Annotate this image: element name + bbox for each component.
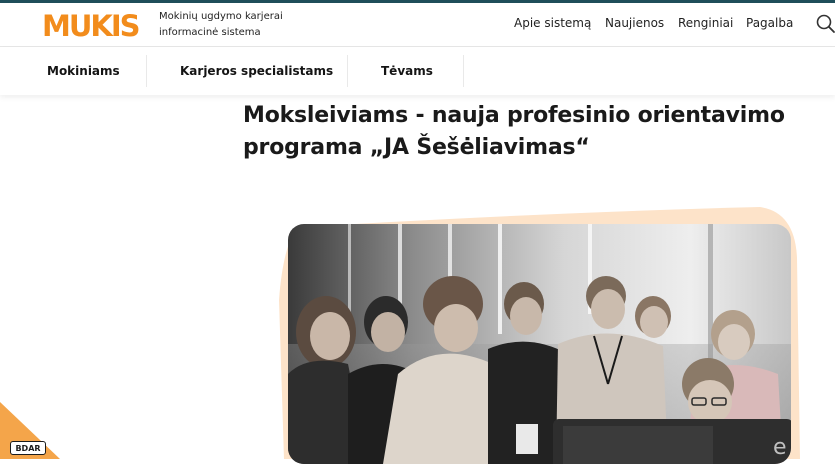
bdar-label[interactable]: BDAR [10,441,46,455]
article-title: Moksleiviams - nauja profesinio orientav… [243,100,813,164]
subnav-separator [463,55,464,87]
logo-wordmark: MUKIS [42,9,141,43]
tagline-line-1: Mokinių ugdymo karjerai [159,11,283,22]
topnav-apie-sistema[interactable]: Apie sistemą [514,16,591,30]
screen-letter: e [773,435,787,460]
subnav-separator [347,55,348,87]
site-header: MUKIS Mokinių ugdymo karjerai informacin… [0,3,835,45]
topnav-naujienos[interactable]: Naujienos [605,16,664,30]
audience-nav: Mokiniams Karjeros specialistams Tėvams [0,47,835,95]
article-title-line-1: Moksleiviams - nauja profesinio orientav… [243,103,785,128]
subnav-tevams[interactable]: Tėvams [381,64,433,78]
topnav-pagalba[interactable]: Pagalba [746,16,793,30]
topnav-renginiai[interactable]: Renginiai [678,16,733,30]
subnav-separator [146,55,147,87]
search-icon[interactable] [815,13,835,35]
site-tagline: Mokinių ugdymo karjerai informacinė sist… [159,9,309,41]
article-title-line-2: programa „JA Šešėliavimas“ [243,135,590,160]
tagline-line-2: informacinė sistema [159,27,261,38]
site-logo[interactable]: MUKIS [42,9,146,43]
subnav-mokiniams[interactable]: Mokiniams [47,64,120,78]
article-photo: e [288,224,791,464]
subnav-karjeros-specialistams[interactable]: Karjeros specialistams [180,64,333,78]
